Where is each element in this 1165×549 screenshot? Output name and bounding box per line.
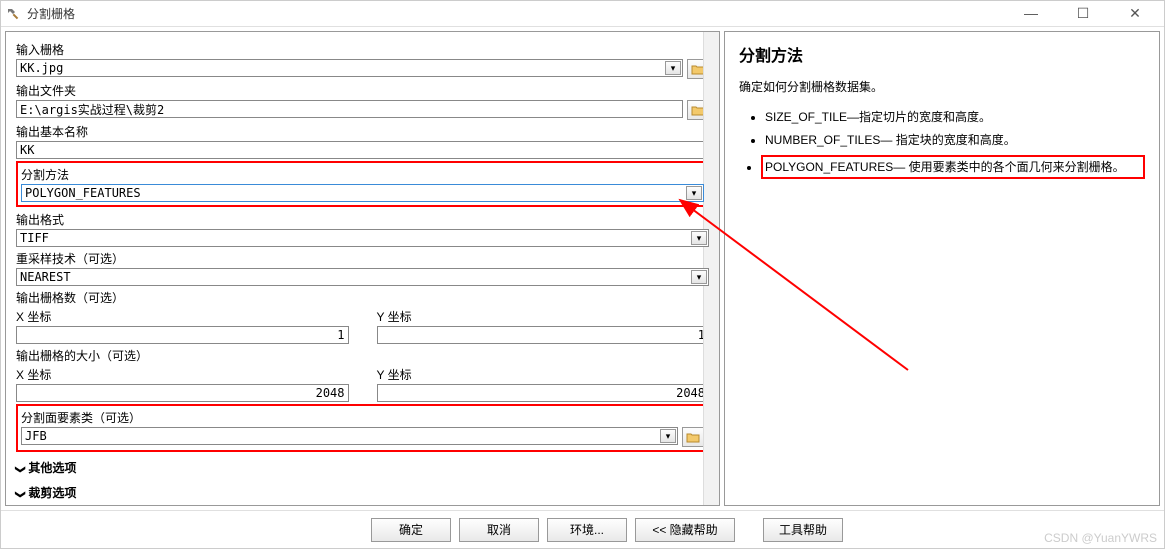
- window-title: 分割栅格: [27, 5, 1016, 22]
- raster-size-y-field[interactable]: [377, 384, 710, 402]
- chevron-down-icon[interactable]: ▾: [691, 270, 707, 284]
- button-bar: 确定 取消 环境... << 隐藏帮助 工具帮助: [1, 510, 1164, 548]
- ok-button[interactable]: 确定: [371, 518, 451, 542]
- folder-icon: [686, 431, 700, 443]
- output-folder-label: 输出文件夹: [16, 81, 709, 100]
- chevron-down-icon[interactable]: ▾: [686, 186, 702, 200]
- close-button[interactable]: ✕: [1120, 5, 1150, 22]
- num-rasters-x-field[interactable]: [16, 326, 349, 344]
- hide-help-button[interactable]: << 隐藏帮助: [635, 518, 735, 542]
- split-method-select[interactable]: [21, 184, 704, 202]
- chevron-down-icon[interactable]: ▾: [660, 429, 676, 443]
- num-rasters-y-field[interactable]: [377, 326, 710, 344]
- input-raster-field[interactable]: [16, 59, 683, 77]
- tool-help-button[interactable]: 工具帮助: [763, 518, 843, 542]
- cancel-button[interactable]: 取消: [459, 518, 539, 542]
- help-panel: 分割方法 确定如何分割栅格数据集。 SIZE_OF_TILE—指定切片的宽度和高…: [724, 31, 1160, 506]
- help-item-highlight: POLYGON_FEATURES— 使用要素类中的各个面几何来分割栅格。: [761, 155, 1145, 180]
- output-format-select[interactable]: [16, 229, 709, 247]
- env-button[interactable]: 环境...: [547, 518, 627, 542]
- chevron-down-icon[interactable]: ▾: [691, 231, 707, 245]
- split-polygon-highlight: 分割面要素类（可选） ▾: [16, 404, 709, 452]
- maximize-button[interactable]: ☐: [1068, 5, 1098, 22]
- raster-size-x-label: X 坐标: [16, 365, 349, 384]
- help-title: 分割方法: [739, 42, 1145, 66]
- titlebar: 分割栅格 — ☐ ✕: [1, 1, 1164, 27]
- browse-split-polygon-button[interactable]: [682, 427, 704, 447]
- raster-size-x-field[interactable]: [16, 384, 349, 402]
- output-format-label: 输出格式: [16, 210, 709, 229]
- help-item: NUMBER_OF_TILES— 指定块的宽度和高度。: [765, 132, 1145, 149]
- watermark: CSDN @YuanYWRS: [1044, 531, 1157, 545]
- crop-options-expander[interactable]: 裁剪选项: [16, 480, 709, 505]
- minimize-button[interactable]: —: [1016, 5, 1046, 22]
- hammer-icon: [5, 6, 21, 22]
- help-desc: 确定如何分割栅格数据集。: [739, 78, 1145, 95]
- split-method-highlight: 分割方法 ▾: [16, 161, 709, 207]
- output-folder-field[interactable]: [16, 100, 683, 118]
- help-item: SIZE_OF_TILE—指定切片的宽度和高度。: [765, 109, 1145, 126]
- num-rasters-x-label: X 坐标: [16, 307, 349, 326]
- resample-label: 重采样技术（可选）: [16, 249, 709, 268]
- split-polygon-select[interactable]: [21, 427, 678, 445]
- chevron-down-icon[interactable]: ▾: [665, 61, 681, 75]
- other-options-expander[interactable]: 其他选项: [16, 455, 709, 480]
- output-basename-field[interactable]: [16, 141, 709, 159]
- raster-size-y-label: Y 坐标: [377, 365, 710, 384]
- split-method-label: 分割方法: [21, 165, 704, 184]
- num-rasters-label: 输出栅格数（可选）: [16, 288, 709, 307]
- output-basename-label: 输出基本名称: [16, 122, 709, 141]
- raster-size-label: 输出栅格的大小（可选）: [16, 346, 709, 365]
- num-rasters-y-label: Y 坐标: [377, 307, 710, 326]
- split-polygon-label: 分割面要素类（可选）: [21, 408, 704, 427]
- form-panel: 输入栅格 ▾ 输出文件夹: [5, 31, 720, 506]
- input-raster-label: 输入栅格: [16, 40, 709, 59]
- resample-select[interactable]: [16, 268, 709, 286]
